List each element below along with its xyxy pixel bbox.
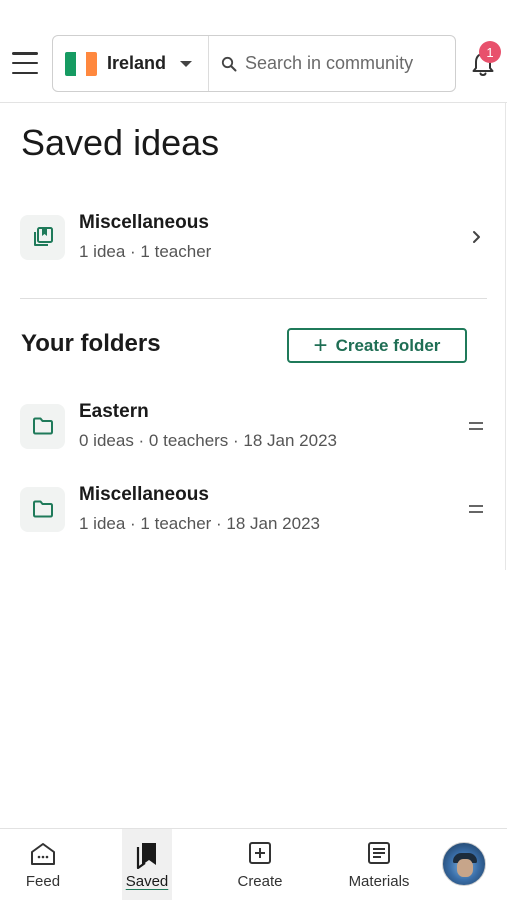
country-selector[interactable]: Ireland (53, 36, 209, 91)
search-input[interactable] (245, 53, 455, 74)
ireland-flag-icon (65, 51, 97, 76)
folder-title: Eastern (79, 401, 149, 422)
folder-meta: 1 idea · 1 teacher · 18 Jan 2023 (79, 514, 320, 533)
nav-materials[interactable]: Materials (334, 829, 424, 900)
avatar-face (457, 859, 473, 877)
stacked-bookmark-icon (33, 227, 53, 246)
document-icon (368, 842, 390, 864)
folders-section-title: Your folders (21, 330, 161, 357)
nav-saved[interactable]: Saved (122, 829, 172, 900)
drag-handle-icon[interactable] (469, 505, 483, 513)
nav-feed[interactable]: Feed (0, 829, 86, 900)
top-bar: Ireland 1 (0, 0, 507, 103)
content-border (505, 103, 506, 570)
drag-handle-icon[interactable] (469, 422, 483, 430)
nav-saved-label: Saved (125, 873, 169, 890)
nav-feed-label: Feed (25, 873, 61, 890)
nav-materials-label: Materials (348, 873, 410, 890)
caret-down-icon (180, 60, 193, 67)
folder-meta: 0 ideas · 0 teachers · 18 Jan 2023 (79, 431, 337, 450)
country-name: Ireland (107, 53, 167, 73)
search-icon (221, 56, 237, 71)
folder-row[interactable]: Miscellaneous 1 idea · 1 teacher · 18 Ja… (20, 479, 490, 539)
create-folder-label: Create folder (335, 335, 441, 355)
chevron-right-icon (473, 231, 480, 243)
bottom-navigation: Feed Saved Create Materials (0, 828, 507, 900)
saved-collection-row[interactable]: Miscellaneous 1 idea · 1 teacher (20, 207, 490, 267)
folder-icon-box (20, 486, 65, 532)
collection-icon-box (20, 214, 65, 260)
search-field[interactable] (209, 36, 455, 91)
nav-create-label: Create (237, 873, 283, 890)
section-divider (20, 298, 487, 299)
create-folder-button[interactable]: + Create folder (287, 328, 467, 363)
folder-icon (32, 500, 53, 518)
hamburger-menu-icon[interactable] (12, 52, 38, 74)
notification-badge: 1 (479, 41, 501, 63)
page-title: Saved ideas (21, 122, 220, 163)
plus-icon: + (313, 331, 328, 359)
search-bar: Ireland (52, 35, 456, 92)
folder-icon (32, 417, 53, 435)
bookmarks-icon (136, 843, 156, 869)
home-icon (31, 843, 55, 865)
add-square-icon (249, 842, 271, 864)
avatar[interactable] (442, 842, 486, 886)
folder-title: Miscellaneous (79, 484, 209, 505)
collection-title: Miscellaneous (79, 212, 209, 233)
nav-create[interactable]: Create (228, 829, 292, 900)
folder-icon-box (20, 403, 65, 449)
folder-row[interactable]: Eastern 0 ideas · 0 teachers · 18 Jan 20… (20, 396, 490, 456)
collection-meta: 1 idea · 1 teacher (79, 242, 212, 261)
